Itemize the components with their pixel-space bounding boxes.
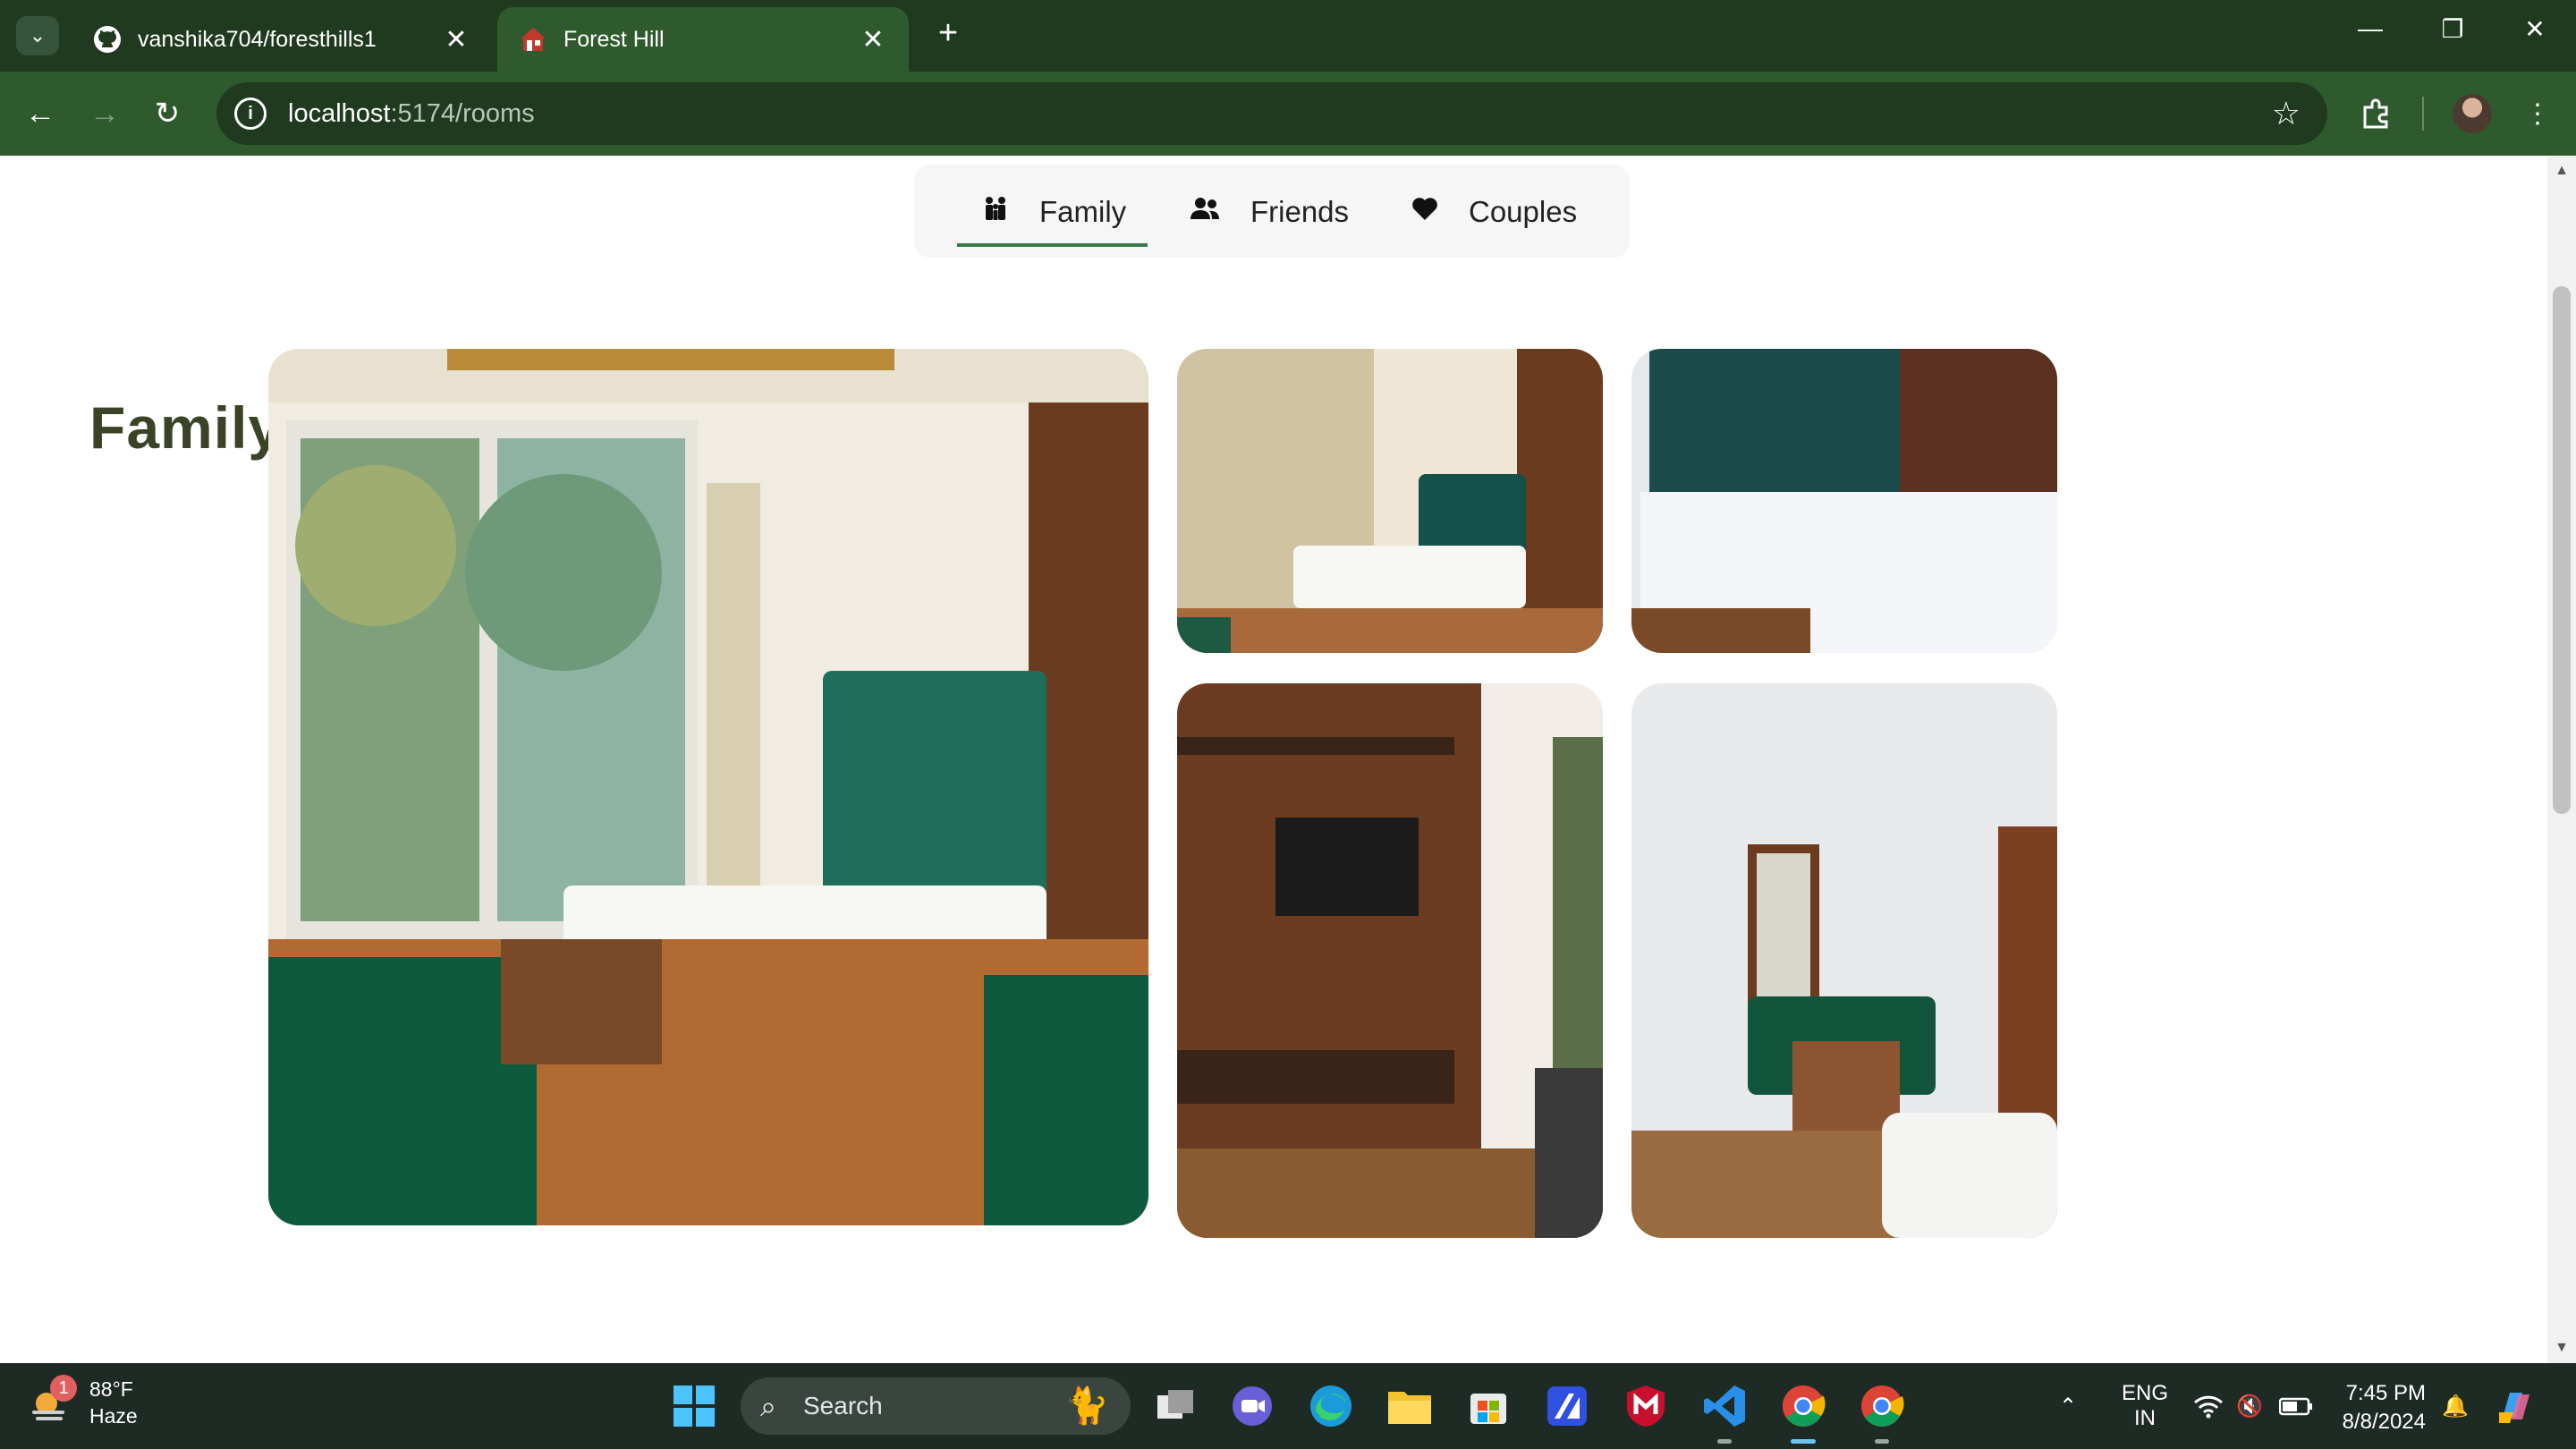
tab-couples[interactable]: Couples: [1411, 188, 1577, 236]
notification-bell-icon[interactable]: 🔔: [2442, 1363, 2469, 1449]
mirror-sofa-photo[interactable]: [1631, 683, 2057, 1238]
bedroom-main-photo[interactable]: [268, 349, 1148, 1225]
clock-date: 8/8/2024: [2342, 1410, 2426, 1434]
tab-title: vanshika704/foresthills1: [138, 26, 377, 52]
extensions-icon[interactable]: [2354, 91, 2399, 136]
address-bar[interactable]: i localhost:5174/rooms ☆: [216, 82, 2327, 145]
clock-time: 7:45 PM: [2345, 1381, 2426, 1405]
mcafee-shield-icon[interactable]: [1621, 1381, 1671, 1431]
bedroom-curtains-photo[interactable]: [1177, 349, 1603, 653]
edge-browser-icon[interactable]: [1306, 1381, 1356, 1431]
pen-app-icon[interactable]: [1542, 1381, 1592, 1431]
close-window-icon[interactable]: ✕: [2508, 14, 2562, 44]
bookmark-star-icon[interactable]: ☆: [2272, 95, 2301, 132]
back-arrow-icon[interactable]: ←: [18, 91, 63, 136]
tab-friends-label: Friends: [1250, 195, 1350, 228]
browser-toolbar: ← → ↻ i localhost:5174/rooms ☆ ⋮: [0, 72, 2576, 156]
search-highlight-cat-icon: 🐈: [1064, 1386, 1109, 1426]
chrome-icon[interactable]: [1857, 1381, 1907, 1444]
minimize-icon[interactable]: —: [2343, 14, 2397, 43]
show-hidden-icons-chevron-icon[interactable]: ⌃: [2059, 1363, 2077, 1449]
menu-kebab-icon[interactable]: ⋮: [2515, 91, 2560, 136]
family-icon: [982, 195, 1009, 229]
forward-arrow-icon[interactable]: →: [82, 91, 127, 136]
language-region: IN: [2134, 1406, 2156, 1430]
site-info-icon[interactable]: i: [234, 97, 267, 130]
house-icon: [519, 25, 547, 54]
bed-closeup-photo[interactable]: [1631, 349, 2057, 653]
scroll-down-icon[interactable]: ▼: [2547, 1340, 2576, 1356]
language-code: ENG: [2122, 1381, 2169, 1405]
task-view-icon[interactable]: [1150, 1381, 1200, 1431]
browser-tab-bar: ⌄ vanshika704/foresthills1 ✕ Forest Hill…: [0, 0, 2576, 72]
microsoft-store-icon[interactable]: [1463, 1381, 1513, 1431]
tab-friends[interactable]: Friends: [1190, 188, 1349, 236]
taskbar-search-placeholder: Search: [803, 1392, 883, 1419]
search-icon: ⌕: [760, 1390, 776, 1422]
weather-widget[interactable]: 1 88°F Haze: [27, 1375, 138, 1429]
system-clock[interactable]: 7:45 PM 8/8/2024: [2336, 1379, 2426, 1436]
url-host: localhost: [288, 98, 391, 128]
url-path: :5174/rooms: [390, 98, 535, 128]
github-icon: [93, 25, 122, 54]
tab-family-label: Family: [1039, 195, 1127, 228]
vscode-icon[interactable]: [1699, 1381, 1750, 1444]
users-icon: [1190, 195, 1220, 229]
taskbar-search-box[interactable]: ⌕ Search 🐈: [741, 1377, 1131, 1435]
weather-notification-badge: 1: [50, 1375, 77, 1402]
close-tab-icon[interactable]: ✕: [442, 24, 470, 55]
tv-wall-photo[interactable]: [1177, 683, 1603, 1238]
toolbar-divider: [2422, 97, 2424, 131]
battery-icon[interactable]: [2279, 1363, 2313, 1449]
category-tabs: Family Friends Couples: [914, 165, 1630, 258]
tab-couples-label: Couples: [1469, 195, 1578, 228]
weather-description: Haze: [89, 1404, 138, 1428]
meet-chat-icon[interactable]: [1227, 1381, 1277, 1431]
windows-taskbar: 1 88°F Haze ⌕ Search 🐈 ⌃ ENG IN 🔇 7:45 P…: [0, 1363, 2576, 1449]
tab-family[interactable]: Family: [956, 188, 1148, 247]
close-tab-icon[interactable]: ✕: [859, 24, 887, 55]
scroll-up-icon[interactable]: ▲: [2547, 163, 2576, 179]
input-language[interactable]: ENG IN: [2122, 1363, 2168, 1449]
new-tab-button[interactable]: +: [930, 14, 966, 53]
heart-icon: [1411, 196, 1438, 228]
restore-icon[interactable]: ❐: [2426, 14, 2479, 44]
profile-avatar[interactable]: [2453, 94, 2492, 133]
tab-search-button[interactable]: ⌄: [16, 16, 59, 55]
chrome-active-icon[interactable]: [1778, 1381, 1828, 1444]
reload-icon[interactable]: ↻: [145, 91, 190, 136]
windows-start-icon[interactable]: [669, 1381, 719, 1431]
chevron-down-icon: ⌄: [29, 24, 47, 47]
browser-tab-forest-hill[interactable]: Forest Hill ✕: [497, 7, 909, 72]
page-scrollbar[interactable]: ▲ ▼: [2547, 156, 2576, 1363]
volume-muted-icon[interactable]: 🔇: [2236, 1363, 2263, 1449]
file-explorer-icon[interactable]: [1385, 1381, 1435, 1431]
scrollbar-thumb[interactable]: [2553, 286, 2571, 814]
wifi-icon[interactable]: [2193, 1363, 2224, 1449]
weather-temperature: 88°F: [89, 1377, 133, 1401]
browser-tab-github[interactable]: vanshika704/foresthills1 ✕: [72, 7, 492, 72]
copilot-icon[interactable]: [2496, 1363, 2537, 1449]
weather-haze-icon: 1: [27, 1375, 77, 1425]
tab-title: Forest Hill: [564, 26, 665, 52]
